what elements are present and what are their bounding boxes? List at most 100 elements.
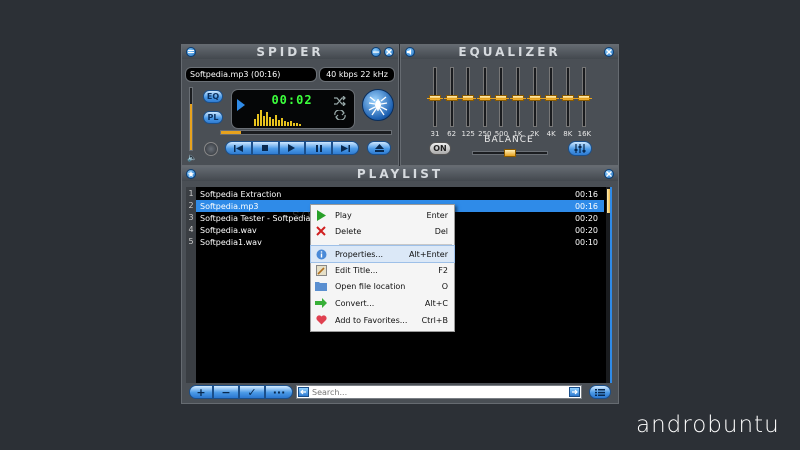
next-button[interactable]: [332, 141, 359, 155]
context-menu: Play Enter Delete Del Properties... Alt+Enter…: [310, 204, 455, 332]
shuffle-icon[interactable]: [334, 96, 346, 106]
volume-fill: [190, 103, 192, 150]
eq-slider-1k[interactable]: [510, 67, 526, 127]
info-icon: [315, 248, 327, 260]
previous-icon: [233, 144, 243, 152]
volume-icon: 🔈: [187, 153, 197, 162]
row-duration: 00:10: [574, 237, 598, 247]
playlist-toolbar: + − ✓ ···: [189, 385, 293, 399]
eq-slider-2k[interactable]: [526, 67, 543, 127]
menu-item-shortcut: Ctrl+B: [421, 315, 448, 325]
eq-zero-mark: [493, 98, 510, 99]
playlist-bottom-rule: [610, 187, 612, 383]
playlist-row[interactable]: 1 Softpedia Extraction 00:16: [186, 188, 604, 200]
spectrum-visualizer: [254, 110, 301, 126]
search-bar: [296, 385, 582, 399]
eq-slider-16k[interactable]: [576, 67, 593, 127]
eq-slider-500[interactable]: [493, 67, 510, 127]
pl-button-label: PL: [207, 113, 219, 122]
pl-button[interactable]: PL: [203, 111, 223, 124]
playlist-star-icon[interactable]: [186, 169, 196, 179]
seek-progress: [221, 131, 242, 134]
equalizer-window: EQUALIZER 31 62 125 250 500 1K 2K 4K 8K 16K ON BA…: [400, 44, 619, 166]
row-number: 5: [186, 236, 196, 248]
bitrate-display: 40 kbps 22 kHz: [319, 67, 395, 82]
menu-separator: [339, 244, 452, 245]
edit-icon: [315, 264, 327, 276]
more-button[interactable]: ···: [265, 385, 293, 399]
seek-bar[interactable]: [220, 130, 392, 135]
menu-item-delete[interactable]: Delete Del: [311, 223, 454, 239]
remove-button[interactable]: −: [213, 385, 239, 399]
menu-item-add-to-favorites[interactable]: Add to Favorites... Ctrl+B: [311, 312, 454, 328]
row-duration: 00:16: [574, 189, 598, 199]
close-icon[interactable]: [384, 47, 394, 57]
main-lcd: 00:02: [231, 89, 355, 129]
row-duration: 00:20: [574, 213, 598, 223]
track-info-text: Softpedia.mp3 (00:16): [190, 70, 281, 79]
menu-item-label: Convert...: [335, 298, 375, 308]
eq-zero-mark: [460, 98, 477, 99]
eq-slider-125[interactable]: [460, 67, 477, 127]
eq-zero-mark: [543, 98, 560, 99]
eject-button[interactable]: [367, 141, 391, 155]
menu-item-label: Delete: [335, 226, 362, 236]
pause-icon: [315, 144, 322, 152]
eq-presets-button[interactable]: [568, 141, 592, 156]
eq-on-button[interactable]: ON: [429, 142, 451, 155]
eq-slider-4k[interactable]: [543, 67, 560, 127]
player-title: SPIDER: [256, 45, 324, 59]
search-input[interactable]: [309, 387, 569, 397]
row-number: 4: [186, 224, 196, 236]
menu-item-play[interactable]: Play Enter: [311, 207, 454, 223]
eq-slider-62[interactable]: [443, 67, 460, 127]
add-button[interactable]: +: [189, 385, 213, 399]
eq-zero-mark: [443, 98, 460, 99]
menu-item-label: Open file location: [335, 281, 406, 291]
previous-button[interactable]: [225, 141, 252, 155]
convert-arrow-icon: [315, 297, 327, 309]
menu-item-shortcut: F2: [438, 265, 448, 275]
record-icon[interactable]: [204, 142, 218, 156]
search-back-icon[interactable]: [298, 387, 309, 397]
row-title: Softpedia Extraction: [200, 189, 282, 199]
play-state-icon: [237, 99, 245, 111]
minimize-icon[interactable]: [371, 47, 381, 57]
repeat-icon[interactable]: [334, 110, 346, 120]
menu-item-label: Play: [335, 210, 352, 220]
balance-label: BALANCE: [484, 135, 534, 145]
eq-slider-31[interactable]: [427, 67, 443, 127]
volume-slider[interactable]: [189, 87, 193, 151]
eq-zero-mark: [476, 98, 493, 99]
eq-slider-8k[interactable]: [559, 67, 576, 127]
row-number: 2: [186, 200, 196, 212]
stop-button[interactable]: [251, 141, 279, 155]
playlist-menu-button[interactable]: [589, 385, 611, 399]
playlist-title: PLAYLIST: [356, 167, 444, 181]
play-icon: [315, 209, 327, 221]
eq-button[interactable]: EQ: [203, 90, 223, 103]
sliders-icon: [574, 144, 586, 153]
balance-knob[interactable]: [504, 149, 516, 157]
eq-button-label: EQ: [206, 92, 220, 101]
playlist-close-icon[interactable]: [604, 169, 614, 179]
menu-item-convert[interactable]: Convert... Alt+C: [311, 295, 454, 311]
select-button[interactable]: ✓: [239, 385, 265, 399]
menu-item-open-file-location[interactable]: Open file location O: [311, 278, 454, 294]
balance-slider[interactable]: [472, 149, 548, 157]
pause-button[interactable]: [305, 141, 333, 155]
time-display: 00:02: [271, 93, 313, 107]
player-menu-icon[interactable]: [186, 47, 196, 57]
menu-item-edit-title[interactable]: Edit Title... F2: [311, 262, 454, 278]
eq-zero-mark: [576, 98, 593, 99]
eq-zero-mark: [427, 98, 443, 99]
menu-item-properties[interactable]: Properties... Alt+Enter: [310, 245, 455, 263]
playlist-titlebar: PLAYLIST: [182, 167, 618, 181]
play-button[interactable]: [278, 141, 306, 155]
menu-item-shortcut: Del: [434, 226, 448, 236]
eq-slider-250[interactable]: [476, 67, 493, 127]
menu-item-label: Properties...: [335, 249, 384, 259]
row-number: 3: [186, 212, 196, 224]
androbuntu-logo: androbuntu: [636, 412, 780, 438]
search-go-icon[interactable]: [569, 387, 580, 397]
